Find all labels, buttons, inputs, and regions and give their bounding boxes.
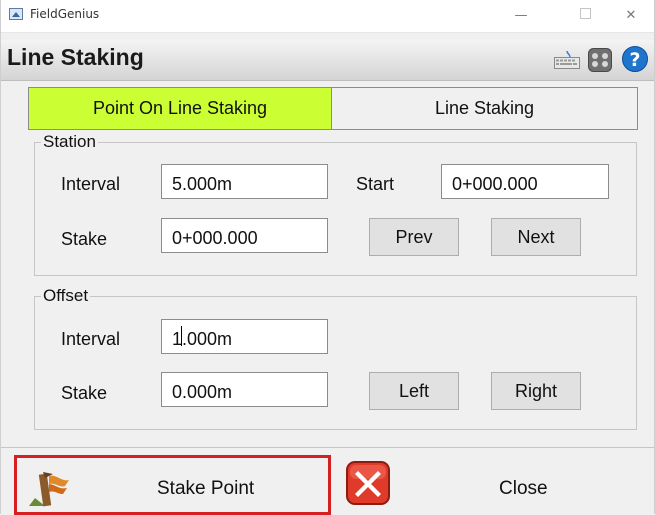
station-interval-input[interactable] xyxy=(161,164,328,199)
offset-interval-input[interactable] xyxy=(161,319,328,354)
stake-point-label: Stake Point xyxy=(157,478,255,499)
station-interval-label: Interval xyxy=(61,174,121,194)
action-bar: Stake Point Close xyxy=(1,447,654,515)
prev-button[interactable]: Prev xyxy=(369,218,459,256)
offset-group: Offset Interval Stake Left Right xyxy=(34,286,637,430)
calculator-icon[interactable] xyxy=(588,48,612,72)
page-title: Line Staking xyxy=(7,44,144,70)
offset-interval-label: Interval xyxy=(61,329,121,349)
close-icon xyxy=(346,461,390,505)
station-stake-label: Stake xyxy=(61,229,108,249)
keyboard-icon[interactable] xyxy=(554,51,580,69)
maximize-icon xyxy=(579,8,591,19)
tab-point-on-line-staking[interactable]: Point On Line Staking xyxy=(29,88,332,129)
offset-stake-label: Stake xyxy=(61,383,108,403)
left-button[interactable]: Left xyxy=(369,372,459,410)
station-start-label: Start xyxy=(356,174,395,194)
next-button[interactable]: Next xyxy=(491,218,581,256)
survey-stake-icon xyxy=(29,472,69,507)
staking-mode-tabs: Point On Line Staking Line Staking xyxy=(28,87,638,130)
station-group: Station Interval Start Stake Prev Next xyxy=(34,132,637,276)
fieldgenius-window: FieldGenius — ✕ Line Staking ? Point On … xyxy=(0,0,655,515)
offset-stake-input[interactable] xyxy=(161,372,328,407)
close-window-button[interactable]: ✕ xyxy=(609,4,653,28)
minimize-button[interactable]: — xyxy=(499,4,543,28)
close-label: Close xyxy=(499,478,548,499)
station-stake-input[interactable] xyxy=(161,218,328,253)
screen-header: Line Staking ? xyxy=(1,40,654,81)
text-cursor xyxy=(181,326,182,346)
maximize-button[interactable] xyxy=(563,4,607,28)
station-start-input[interactable] xyxy=(441,164,609,199)
help-icon[interactable]: ? xyxy=(622,46,648,72)
offset-group-title: Offset xyxy=(41,286,91,306)
stake-point-button[interactable]: Stake Point xyxy=(14,455,331,515)
close-button[interactable]: Close xyxy=(339,455,654,515)
window-title: FieldGenius xyxy=(30,7,100,21)
right-button[interactable]: Right xyxy=(491,372,581,410)
app-icon xyxy=(9,8,23,20)
station-group-title: Station xyxy=(41,132,98,152)
tab-line-staking[interactable]: Line Staking xyxy=(332,88,637,129)
title-bar: FieldGenius — ✕ xyxy=(1,0,654,33)
